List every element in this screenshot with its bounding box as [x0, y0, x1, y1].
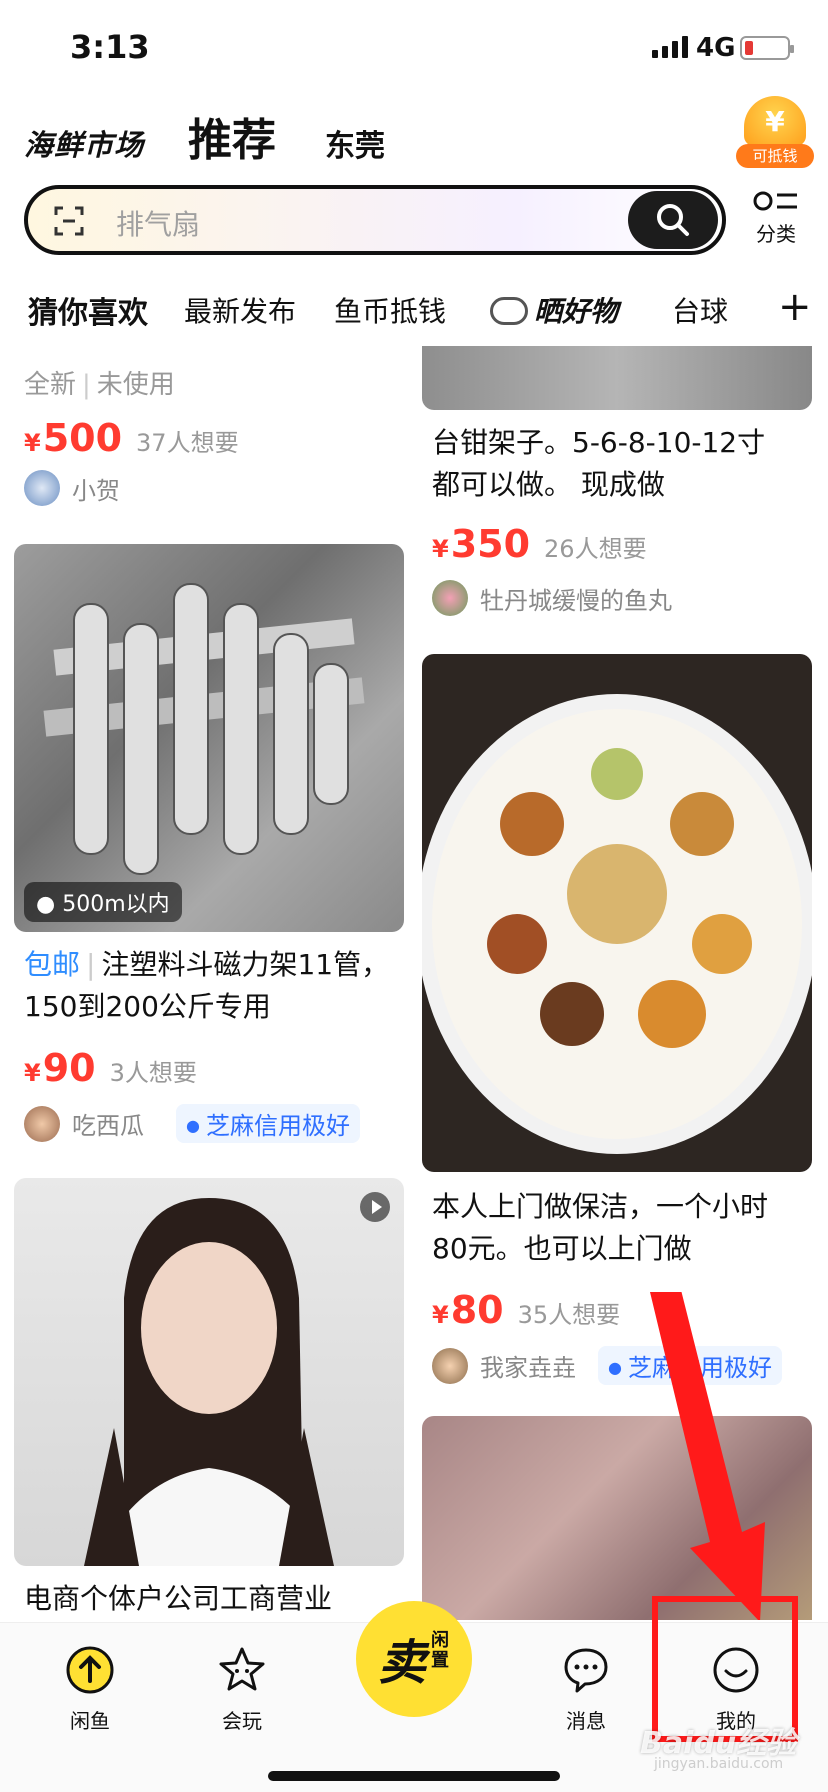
- nav-messages-label: 消息: [566, 1709, 606, 1733]
- tab-billiards[interactable]: 台球: [672, 290, 728, 330]
- item-price: ¥80 35人想要: [432, 1288, 620, 1332]
- search-button[interactable]: [628, 191, 718, 249]
- add-tab-icon[interactable]: +: [778, 284, 812, 330]
- item-title: 电商个体户公司工商营业: [24, 1582, 333, 1615]
- want-count: 35人想要: [517, 1301, 621, 1329]
- item-price: ¥350 26人想要: [432, 522, 647, 566]
- avatar: [432, 580, 468, 616]
- item-image[interactable]: ● 500m以内: [14, 544, 404, 932]
- play-icon[interactable]: [360, 1192, 390, 1222]
- nav-home-label: 闲鱼: [70, 1709, 110, 1733]
- sell-label: 卖: [378, 1635, 427, 1691]
- avatar: [24, 470, 60, 506]
- star-icon: [219, 1647, 265, 1691]
- price-value: 80: [450, 1288, 504, 1332]
- battery-level: [745, 41, 753, 55]
- category-button[interactable]: 分类: [748, 190, 804, 247]
- currency-symbol: ¥: [432, 1301, 449, 1329]
- free-shipping-tag: 包邮: [24, 948, 81, 981]
- sell-button[interactable]: 卖 闲置: [356, 1601, 472, 1717]
- signal-icon: [652, 36, 688, 58]
- price-value: 500: [42, 416, 123, 460]
- currency-symbol: ¥: [432, 535, 449, 563]
- condition-new: 全新: [24, 370, 77, 400]
- currency-symbol: ¥: [24, 1059, 41, 1087]
- item-title: 台钳架子。5-6-8-10-12寸 都可以做。 现成做: [432, 426, 766, 501]
- avatar: [24, 1105, 60, 1142]
- seller-name: 牡丹城缓慢的鱼丸: [480, 586, 672, 615]
- coin-badge-button[interactable]: ¥ 可抵钱: [736, 96, 814, 170]
- tab-latest[interactable]: 最新发布: [184, 290, 296, 330]
- home-icon: [66, 1646, 114, 1694]
- tab-city[interactable]: 东莞: [325, 121, 385, 165]
- tab-guess-you-like[interactable]: 猜你喜欢: [28, 288, 148, 332]
- sell-sub-label: 闲置: [431, 1630, 449, 1671]
- home-indicator: [268, 1771, 560, 1781]
- location-badge: ● 500m以内: [24, 882, 182, 922]
- feed: 全新 | 未使用 ¥500 37人想要 小贺 ● 500m以内 包邮 | 注塑料…: [0, 346, 828, 1620]
- search-bar[interactable]: 排气扇: [24, 185, 726, 255]
- person-thumbnail-image: [84, 1198, 334, 1566]
- nav-messages[interactable]: 消息: [536, 1645, 636, 1734]
- network-type: 4G: [696, 33, 736, 63]
- show-goods-icon: [490, 297, 528, 325]
- avatar: [432, 1347, 468, 1384]
- nav-play[interactable]: 会玩: [192, 1645, 292, 1734]
- seller-name: 吃西瓜: [72, 1112, 144, 1140]
- category-label: 分类: [756, 222, 796, 246]
- item-image[interactable]: [422, 346, 812, 410]
- status-bar: 3:13 4G: [0, 0, 828, 100]
- price-value: 90: [42, 1046, 96, 1090]
- location-text: 500m以内: [62, 892, 170, 917]
- coin-badge-label: 可抵钱: [736, 144, 814, 168]
- watermark-url: jingyan.baidu.com: [654, 1756, 784, 1772]
- message-icon: [564, 1648, 608, 1693]
- price-value: 350: [450, 522, 531, 566]
- item-title: 包邮 | 注塑料斗磁力架11管，150到200公斤专用: [24, 948, 390, 1023]
- nav-play-label: 会玩: [222, 1709, 262, 1733]
- item-price: ¥90 3人想要: [24, 1046, 197, 1090]
- tab-show-goods-label: 晒好物: [534, 295, 619, 328]
- condition-unused: 未使用: [96, 370, 175, 400]
- magnet-rack-image: [43, 583, 365, 875]
- search-icon: [657, 204, 689, 236]
- seller-name: 小贺: [72, 476, 120, 505]
- seller[interactable]: 小贺: [24, 470, 120, 506]
- want-count: 3人想要: [109, 1059, 197, 1087]
- tab-recommend[interactable]: 推荐: [188, 104, 276, 168]
- category-icon: [753, 191, 797, 211]
- item-condition: 全新 | 未使用: [24, 370, 175, 400]
- seller[interactable]: 牡丹城缓慢的鱼丸: [432, 580, 672, 616]
- item-price: ¥500 37人想要: [24, 416, 239, 460]
- seller[interactable]: 吃西瓜 芝麻信用极好: [24, 1104, 360, 1143]
- scan-icon[interactable]: [54, 206, 84, 236]
- credit-badge: 芝麻信用极好: [176, 1104, 360, 1143]
- dinner-table-image: [422, 694, 812, 1154]
- item-video-thumbnail[interactable]: [14, 1178, 404, 1566]
- want-count: 26人想要: [544, 535, 647, 563]
- coin-icon: ¥: [744, 96, 806, 146]
- currency-symbol: ¥: [24, 429, 41, 457]
- location-pin-icon: ●: [36, 892, 56, 917]
- annotation-arrow-icon: [650, 1292, 765, 1620]
- battery-icon: [740, 36, 794, 60]
- item-image[interactable]: [422, 654, 812, 1172]
- search-input[interactable]: 排气扇: [116, 203, 200, 243]
- item-title: 本人上门做保洁，一个小时80元。也可以上门做: [432, 1190, 769, 1265]
- status-time: 3:13: [70, 28, 150, 66]
- want-count: 37人想要: [136, 429, 239, 457]
- seller-name: 我家垚垚: [480, 1354, 576, 1382]
- tab-show-goods[interactable]: 晒好物: [490, 290, 618, 330]
- app-logo[interactable]: 海鲜市场: [24, 122, 144, 164]
- feed-tabs: 猜你喜欢 最新发布 鱼币抵钱 晒好物 台球 +: [0, 284, 828, 342]
- tab-fish-coins[interactable]: 鱼币抵钱: [334, 290, 446, 330]
- nav-home[interactable]: 闲鱼: [40, 1645, 140, 1734]
